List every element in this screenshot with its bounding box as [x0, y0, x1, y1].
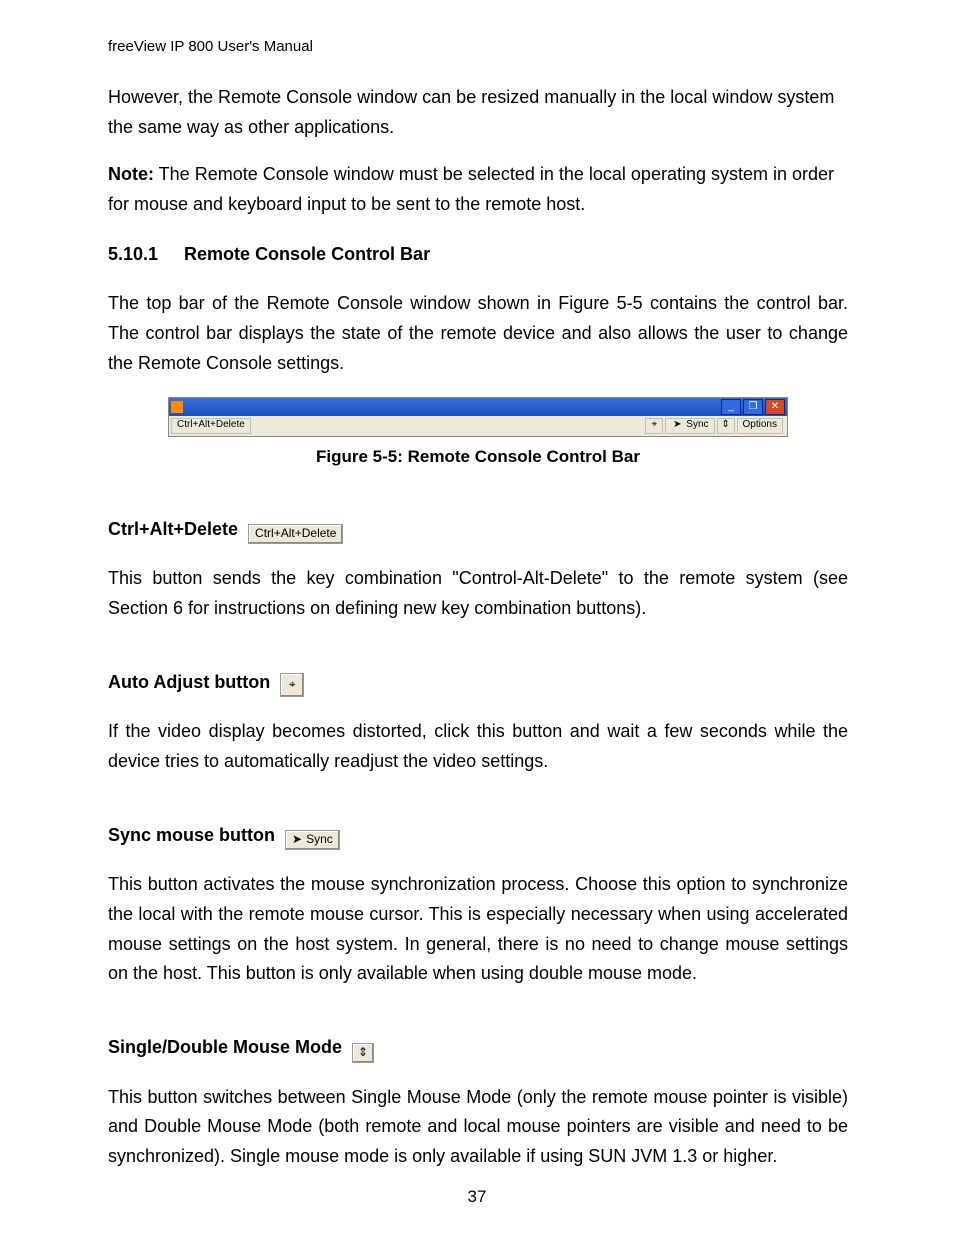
toolbar-auto-adjust-button[interactable]: ⌖ [645, 418, 663, 434]
minimize-button[interactable]: _ [721, 399, 741, 415]
section-body: The top bar of the Remote Console window… [108, 289, 848, 378]
sync-mouse-button-text: Sync [306, 830, 333, 850]
item-mouse-mode: Single/Double Mouse Mode ⇕ [108, 1033, 848, 1063]
auto-adjust-icon: ⌖ [289, 675, 296, 695]
item-auto-adjust-desc: If the video display becomes distorted, … [108, 717, 848, 776]
item-ctrl-alt-delete-label: Ctrl+Alt+Delete [108, 515, 238, 545]
mouse-mode-icon: ⇕ [720, 420, 732, 432]
item-auto-adjust-label: Auto Adjust button [108, 668, 270, 698]
page-number: 37 [0, 1187, 954, 1207]
toolbar-mouse-mode-button[interactable]: ⇕ [717, 418, 735, 434]
item-mouse-mode-desc: This button switches between Single Mous… [108, 1083, 848, 1172]
section-heading: 5.10.1 Remote Console Control Bar [108, 240, 848, 270]
mouse-mode-icon: ⇕ [358, 1043, 368, 1063]
item-ctrl-alt-delete-desc: This button sends the key combination "C… [108, 564, 848, 623]
section-title: Remote Console Control Bar [184, 244, 430, 264]
item-sync-mouse: Sync mouse button ➤ Sync [108, 821, 848, 851]
console-toolbar: Ctrl+Alt+Delete ⌖ ➤ Sync ⇕ Options [169, 416, 787, 436]
figure-console-bar: _ ❐ ✕ Ctrl+Alt+Delete ⌖ ➤ Sync ⇕ [108, 397, 848, 471]
running-header: freeView IP 800 User's Manual [108, 38, 848, 55]
note-text: The Remote Console window must be select… [108, 164, 834, 214]
close-button[interactable]: ✕ [765, 399, 785, 415]
item-ctrl-alt-delete: Ctrl+Alt+Delete Ctrl+Alt+Delete [108, 515, 848, 545]
ctrl-alt-delete-button-mock[interactable]: Ctrl+Alt+Delete [248, 524, 343, 544]
item-mouse-mode-label: Single/Double Mouse Mode [108, 1033, 342, 1063]
paragraph-note: Note: The Remote Console window must be … [108, 160, 848, 219]
item-auto-adjust: Auto Adjust button ⌖ [108, 668, 848, 698]
cursor-icon: ➤ [671, 420, 683, 432]
toolbar-ctrl-alt-delete-button[interactable]: Ctrl+Alt+Delete [171, 418, 251, 434]
auto-adjust-button-mock[interactable]: ⌖ [280, 673, 304, 697]
note-label: Note: [108, 164, 154, 184]
item-sync-mouse-label: Sync mouse button [108, 821, 275, 851]
document-page: freeView IP 800 User's Manual However, t… [0, 0, 954, 1235]
item-sync-mouse-desc: This button activates the mouse synchron… [108, 870, 848, 989]
cursor-icon: ➤ [292, 830, 302, 850]
sync-mouse-button-mock[interactable]: ➤ Sync [285, 830, 340, 850]
toolbar-sync-label: Sync [686, 417, 708, 434]
window-titlebar: _ ❐ ✕ [169, 398, 787, 416]
window-icon [171, 401, 183, 413]
section-number: 5.10.1 [108, 240, 158, 270]
paragraph-intro: However, the Remote Console window can b… [108, 83, 848, 142]
toolbar-sync-button[interactable]: ➤ Sync [665, 418, 714, 434]
body: However, the Remote Console window can b… [108, 83, 848, 1172]
auto-adjust-icon: ⌖ [648, 420, 660, 432]
figure-caption: Figure 5-5: Remote Console Control Bar [108, 443, 848, 471]
maximize-button[interactable]: ❐ [743, 399, 763, 415]
mouse-mode-button-mock[interactable]: ⇕ [352, 1043, 374, 1063]
toolbar-options-button[interactable]: Options [737, 418, 783, 434]
console-bar-window: _ ❐ ✕ Ctrl+Alt+Delete ⌖ ➤ Sync ⇕ [168, 397, 788, 437]
